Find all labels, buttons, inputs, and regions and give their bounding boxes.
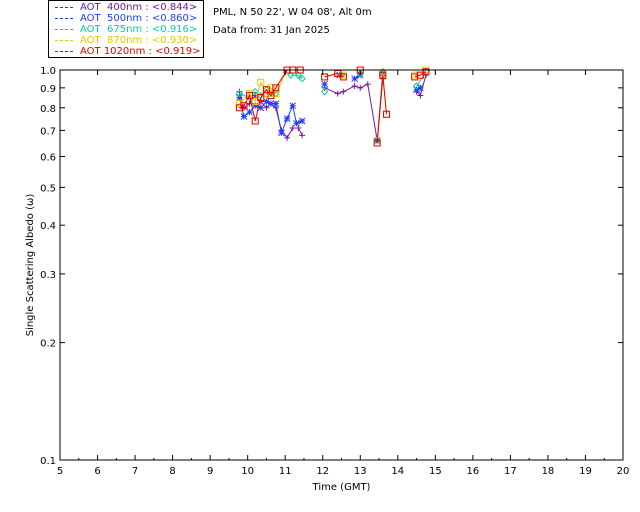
x-tick-label: 17 (504, 466, 517, 477)
legend-swatch (55, 29, 73, 30)
data-point (357, 84, 364, 91)
x-tick-label: 13 (354, 466, 367, 477)
y-tick-label: 0.2 (40, 339, 56, 350)
data-point (321, 80, 328, 88)
x-tick-label: 8 (169, 466, 175, 477)
axis-ticks: 5 6 7 8 9 10 11 12 13 14 15 16 17 18 19 20 1.0 0.9 0.8 0.7 0… (40, 66, 629, 477)
data-point (251, 102, 259, 110)
data-point (351, 75, 358, 83)
plot-frame (59, 69, 624, 461)
legend-swatch (55, 18, 73, 19)
legend-label: AOT 400nm : <0.844> (80, 2, 198, 13)
data-point (289, 125, 296, 132)
legend-label: AOT 1020nm : <0.919> (80, 46, 201, 57)
x-axis-label: Time (GMT) (312, 482, 371, 493)
data-point (298, 117, 306, 125)
site-info: PML, N 50 22', W 04 08', Alt 0m (213, 7, 372, 18)
series-line (239, 71, 427, 141)
series-1 (236, 70, 424, 144)
data-point (240, 113, 248, 120)
x-tick-label: 15 (429, 466, 442, 477)
x-tick-label: 14 (391, 466, 404, 477)
data-point (334, 90, 341, 97)
ssa-chart: 5 6 7 8 9 10 11 12 13 14 15 16 17 18 19 20 1.0 0.9 0.8 0.7 0… (25, 66, 629, 493)
y-tick-label: 0.1 (40, 456, 56, 467)
y-tick-label: 1.0 (40, 66, 56, 77)
y-tick-label: 0.9 (40, 84, 56, 95)
legend-label: AOT 870nm : <0.930> (80, 35, 198, 46)
legend-swatch (55, 40, 73, 41)
y-tick-label: 0.5 (40, 183, 56, 194)
legend-entry: AOT 870nm : <0.930> (49, 35, 205, 46)
data-point (293, 119, 300, 127)
data-point (351, 82, 358, 89)
legend-swatch (55, 51, 73, 52)
data-point (340, 88, 347, 95)
data-point (246, 108, 253, 116)
data-point (289, 102, 297, 110)
data-point (299, 132, 306, 139)
legend-entry: AOT 400nm : <0.844> (49, 2, 205, 13)
data-point (236, 94, 243, 101)
legend-label: AOT 500nm : <0.860> (80, 13, 198, 24)
legend-entry: AOT 1020nm : <0.919> (49, 46, 205, 57)
x-tick-label: 20 (617, 466, 630, 477)
x-tick-label: 16 (466, 466, 479, 477)
x-tick-label: 6 (94, 466, 100, 477)
x-tick-label: 18 (542, 466, 555, 477)
legend: AOT 400nm : <0.844> AOT 500nm : <0.860> AO… (48, 0, 204, 58)
x-tick-label: 7 (132, 466, 138, 477)
x-tick-label: 5 (57, 466, 63, 477)
date-info: Data from: 31 Jan 2025 (213, 25, 330, 36)
data-point (278, 129, 285, 137)
y-tick-label: 0.4 (40, 221, 56, 232)
y-axis-label: Single Scattering Albedo (ω) (25, 194, 36, 337)
x-tick-label: 19 (579, 466, 592, 477)
series-0 (236, 72, 429, 144)
series-line (239, 69, 427, 141)
x-tick-label: 10 (241, 466, 254, 477)
data-point (364, 81, 371, 88)
legend-label: AOT 675nm : <0.916> (80, 24, 198, 35)
y-tick-label: 0.7 (40, 126, 56, 137)
x-tick-label: 11 (279, 466, 292, 477)
y-tick-label: 0.8 (40, 104, 56, 115)
x-tick-label: 9 (207, 466, 213, 477)
legend-entry: AOT 500nm : <0.860> (49, 13, 205, 24)
data-point (283, 115, 291, 123)
series-layer (235, 66, 430, 147)
y-tick-label: 0.6 (40, 153, 56, 164)
series-3 (235, 66, 430, 144)
x-tick-label: 12 (316, 466, 329, 477)
legend-entry: AOT 675nm : <0.916> (49, 24, 205, 35)
y-tick-label: 0.3 (40, 270, 56, 281)
legend-swatch (55, 7, 73, 8)
data-point (272, 100, 280, 107)
